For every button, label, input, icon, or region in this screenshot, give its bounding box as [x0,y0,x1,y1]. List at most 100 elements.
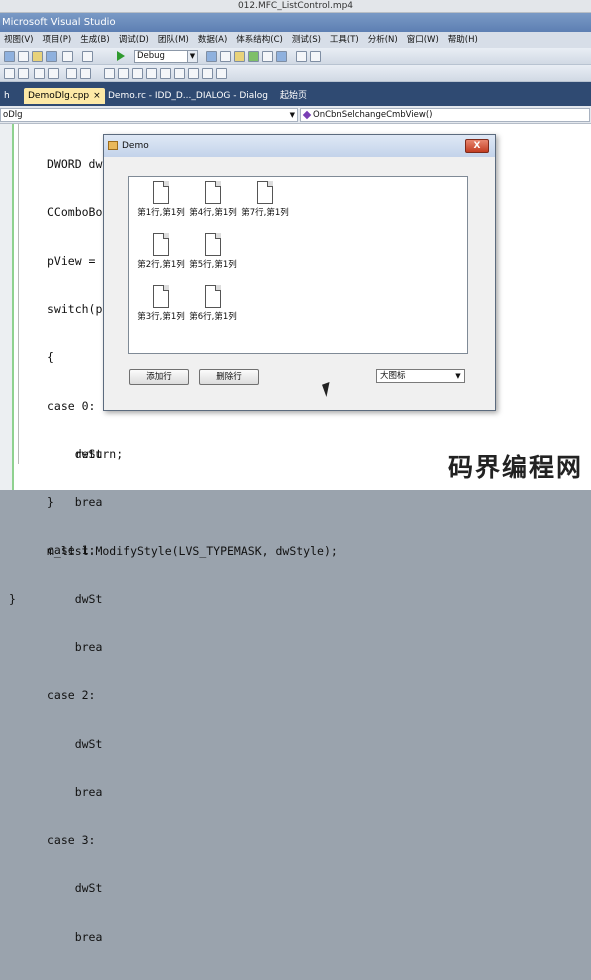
uncomment-icon[interactable] [48,68,59,79]
menu-test[interactable]: 测试(S) [288,32,326,48]
solution-config-select[interactable]: Debug ▼ [134,50,198,63]
size-icon[interactable] [174,68,185,79]
list-item[interactable]: 第1行,第1列 [133,181,189,218]
dialog-titlebar[interactable]: Demo X [104,135,495,157]
code-line: default [47,977,144,980]
list-item[interactable]: 第5行,第1列 [185,233,241,270]
close-icon[interactable]: × [93,91,101,101]
list-item[interactable]: 第7行,第1列 [237,181,293,218]
view-combo[interactable]: 大图标 ▼ [376,369,465,383]
menu-tools[interactable]: 工具(T) [326,32,364,48]
class-dropdown[interactable]: oDlg ▼ [0,108,298,122]
document-icon [205,233,221,256]
prev-bookmark-icon[interactable] [118,68,129,79]
menu-debug[interactable]: 调试(D) [115,32,154,48]
toolbox-icon[interactable] [248,51,259,62]
fold-line [18,124,19,464]
layout-icon[interactable] [160,68,171,79]
menu-data[interactable]: 数据(A) [194,32,232,48]
chevron-down-icon[interactable]: ▼ [187,51,197,62]
align-center-icon[interactable] [80,68,91,79]
code-line: m_list.ModifyStyle(LVS_TYPEMASK, dwStyle… [47,543,338,558]
properties-icon[interactable] [234,51,245,62]
list-item[interactable]: 第6行,第1列 [185,285,241,322]
document-icon [153,285,169,308]
menu-analyze[interactable]: 分析(N) [364,32,403,48]
document-icon [257,181,273,204]
document-icon [205,285,221,308]
center-icon[interactable] [202,68,213,79]
indent-icon[interactable] [4,68,15,79]
chevron-down-icon[interactable]: ▼ [290,109,295,121]
menu-bar: 视图(V) 项目(P) 生成(B) 调试(D) 团队(M) 数据(A) 体系结构… [0,32,591,48]
document-icon [153,233,169,256]
spacing-icon[interactable] [188,68,199,79]
formatting-toolbar [0,65,591,82]
solution-explorer-icon[interactable] [220,51,231,62]
document-icon [153,181,169,204]
new-project-icon[interactable] [4,51,15,62]
document-tabs: h DemoDlg.cpp × Demo.rc - IDD_D..._DIALOG… [0,82,591,106]
add-item-icon[interactable] [18,51,29,62]
chevron-down-icon[interactable]: ▼ [452,370,464,382]
list-item[interactable]: 第3行,第1列 [133,285,189,322]
document-icon [205,181,221,204]
find-icon[interactable] [206,51,217,62]
next-bookmark-icon[interactable] [132,68,143,79]
close-button[interactable]: X [465,139,489,153]
clear-bookmarks-icon[interactable] [146,68,157,79]
app-icon [108,141,118,150]
demo-dialog: Demo X 第1行,第1列 第4行,第1列 第7行,第1列 第2行,第1列 第… [103,134,496,411]
navigation-bar: oDlg ▼ OnCbnSelchangeCmbView() [0,106,591,124]
window-title: Microsoft Visual Studio [0,13,591,32]
code-line: brea [47,784,103,799]
player-title: 012.MFC_ListControl.mp4 [0,0,591,13]
code-line: } [9,592,16,607]
code-line: dwSt [47,736,103,751]
tab-header[interactable]: h [0,88,14,104]
outdent-icon[interactable] [18,68,29,79]
menu-help[interactable]: 帮助(H) [444,32,483,48]
tab-start-page[interactable]: 起始页 [276,88,311,104]
add-row-button[interactable]: 添加行 [129,369,189,385]
menu-view[interactable]: 视图(V) [0,32,38,48]
menu-window[interactable]: 窗口(W) [403,32,444,48]
menu-build[interactable]: 生成(B) [76,32,114,48]
code-line: brea [47,929,103,944]
list-item[interactable]: 第4行,第1列 [185,181,241,218]
menu-project[interactable]: 项目(P) [38,32,76,48]
code-block-tail: return; } m_list.ModifyStyle(LVS_TYPEMAS… [9,414,338,639]
code-line: return; [47,447,124,462]
list-item[interactable]: 第2行,第1列 [133,233,189,270]
save-icon[interactable] [46,51,57,62]
redo-icon[interactable] [82,51,93,62]
member-dropdown[interactable]: OnCbnSelchangeCmbView() [300,108,590,122]
tab-demo-rc[interactable]: Demo.rc - IDD_D..._DIALOG - Dialog [104,88,272,104]
order-icon[interactable] [216,68,227,79]
standard-toolbar: Debug ▼ [0,48,591,65]
comment-icon[interactable] [34,68,45,79]
menu-architecture[interactable]: 体系结构(C) [232,32,288,48]
list-control[interactable]: 第1行,第1列 第4行,第1列 第7行,第1列 第2行,第1列 第5行,第1列 … [128,176,468,354]
toolbar-options-icon[interactable] [310,51,321,62]
dialog-title: Demo [122,141,149,151]
watermark: 码界编程网 [447,453,583,482]
align-left-icon[interactable] [66,68,77,79]
tab-demodlg-cpp[interactable]: DemoDlg.cpp × [24,88,105,104]
start-debugging-icon[interactable] [117,51,125,61]
method-icon [302,110,312,120]
code-line: dwSt [47,881,103,896]
code-line: case 2: [47,688,96,703]
start-page-icon[interactable] [296,51,307,62]
code-line: case 3: [47,833,96,848]
undo-icon[interactable] [62,51,73,62]
output-icon[interactable] [276,51,287,62]
menu-team[interactable]: 团队(M) [154,32,194,48]
editor-gutter [0,124,14,490]
class-view-icon[interactable] [262,51,273,62]
delete-row-button[interactable]: 删除行 [199,369,259,385]
open-file-icon[interactable] [32,51,43,62]
code-line: } [47,495,54,510]
code-line: brea [47,640,103,654]
bookmark-icon[interactable] [104,68,115,79]
